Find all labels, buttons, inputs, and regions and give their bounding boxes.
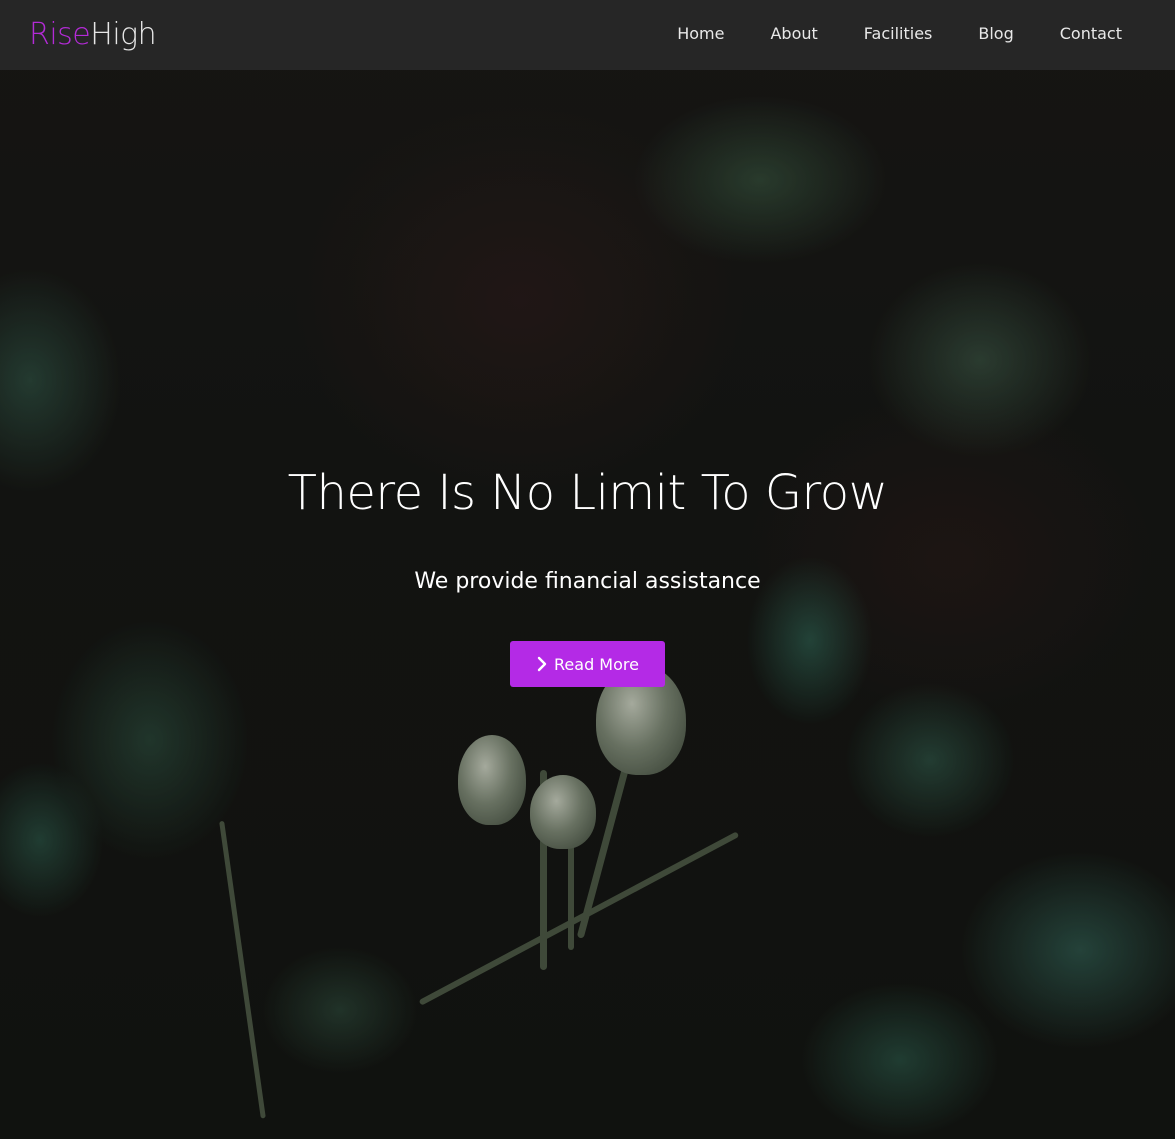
nav-item-contact: Contact — [1037, 1, 1145, 69]
nav-link-facilities[interactable]: Facilities — [841, 0, 956, 69]
navbar: RiseHigh Home About Facilities Blog Cont… — [0, 0, 1175, 70]
brand-rise-text: Rise — [29, 17, 91, 52]
nav-item-home: Home — [654, 1, 747, 69]
nav-menu: Home About Facilities Blog Contact — [654, 1, 1145, 69]
nav-item-blog: Blog — [955, 1, 1036, 69]
hero-subtitle: We provide financial assistance — [414, 569, 761, 594]
read-more-button[interactable]: Read More — [510, 641, 665, 687]
hero-title: There Is No Limit To Grow — [287, 465, 888, 521]
nav-item-about: About — [747, 1, 840, 69]
nav-link-about[interactable]: About — [747, 0, 840, 69]
read-more-label: Read More — [554, 654, 639, 674]
brand-logo-link[interactable]: RiseHigh — [29, 17, 157, 52]
chevron-right-icon — [537, 656, 547, 672]
page: RiseHigh Home About Facilities Blog Cont… — [0, 0, 1175, 1139]
nav-item-facilities: Facilities — [841, 1, 956, 69]
nav-link-home[interactable]: Home — [654, 0, 747, 69]
nav-link-contact[interactable]: Contact — [1037, 0, 1145, 69]
nav-link-blog[interactable]: Blog — [955, 0, 1036, 69]
brand-high-text: High — [90, 17, 157, 52]
